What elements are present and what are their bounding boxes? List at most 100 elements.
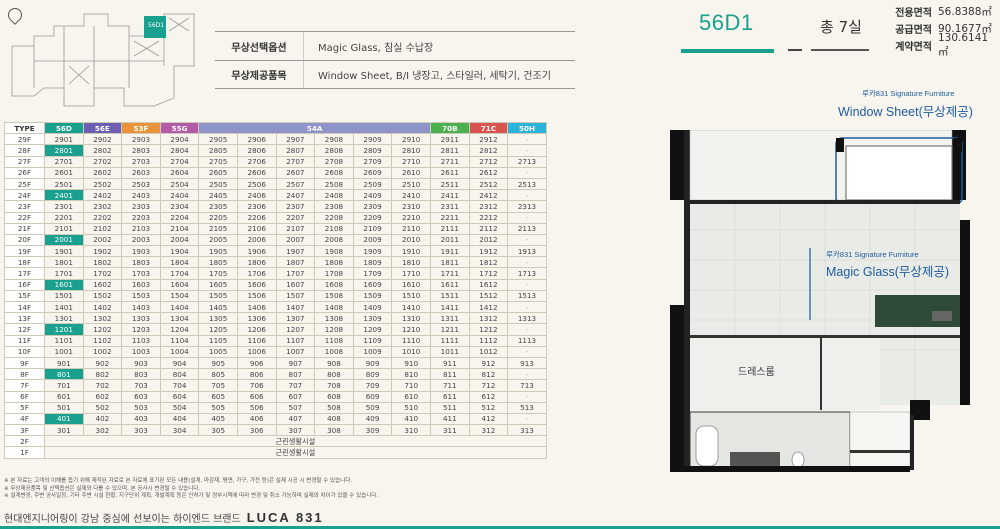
sitemap-highlight-label: 56D1 (148, 22, 165, 29)
unit-cell: 1309 (352, 312, 393, 325)
unit-cell: 1009 (352, 345, 393, 358)
unit-cell: 2512 (468, 177, 509, 191)
room-label-dressroom: 드레스룸 (738, 367, 775, 378)
unit-cell: - (507, 345, 547, 358)
unit-cell: 2912 (468, 133, 509, 146)
table-row: 18F 1801 1802 1803 1804 1805 1806 1807 1808 1809 1… (4, 256, 547, 269)
unit-cell: 2104 (159, 222, 200, 235)
unit-cell: 2902 (82, 133, 123, 146)
unit-cell: 1303 (121, 312, 161, 325)
unit-cell: 1101 (44, 334, 84, 347)
unit-cell: 611 (430, 390, 470, 403)
unit-cell: 1212 (468, 323, 509, 336)
table-row: 17F 1701 1702 1703 1704 1705 1706 1707 1708 1709 1… (4, 267, 547, 280)
area-label: 계약면적 (895, 42, 932, 53)
unit-cell: 1004 (159, 345, 200, 358)
unit-cell: 2102 (82, 222, 123, 235)
unit-cell: 1408 (314, 300, 354, 314)
unit-cell: 2105 (198, 222, 238, 235)
unit-cell: 2310 (391, 200, 432, 213)
unit-cell: 1507 (275, 289, 316, 303)
unit-cell: 812 (468, 368, 509, 381)
unit-cell: 1008 (314, 345, 354, 358)
unit-cell: 2610 (391, 166, 432, 179)
unit-cell: 2513 (507, 177, 547, 191)
unit-cell: - (507, 412, 547, 426)
unit-cell: 401 (44, 412, 84, 426)
unit-cell: 1203 (121, 323, 161, 336)
unit-cell: 2306 (236, 200, 277, 213)
unit-cell: 304 (159, 424, 200, 437)
unit-cell: 907 (275, 356, 316, 370)
unit-cell: 1710 (391, 267, 432, 280)
unit-cell: 1904 (159, 245, 200, 258)
callout-glass-big: Magic Glass(무상제공) (826, 265, 950, 279)
table-row: 19F 1901 1902 1903 1904 1905 1906 1907 1908 1909 1… (4, 245, 547, 258)
table-row: 21F 2101 2102 2103 2104 2105 2106 2107 2108 2109 2… (4, 222, 547, 235)
unit-cell: 1802 (82, 256, 123, 269)
unit-cell: 1304 (159, 312, 200, 325)
unit-cell: 608 (314, 390, 354, 403)
unit-cell: 2701 (44, 155, 84, 168)
unit-cell: 307 (275, 424, 316, 437)
unit-cell: 1206 (236, 323, 277, 336)
unit-cell: 1313 (507, 312, 547, 325)
callout-window-big: Window Sheet(무상제공) (838, 105, 973, 119)
column-header: 71C (468, 121, 509, 135)
unit-cell: 703 (121, 379, 161, 392)
unit-cell: 2713 (507, 155, 547, 168)
floor-label: 10F (4, 345, 45, 358)
unit-cell: 1307 (275, 312, 316, 325)
unit-cell: 2206 (236, 211, 277, 224)
unit-cell: 2312 (468, 200, 509, 213)
unit-type-title: 56D1 (699, 10, 754, 35)
unit-cell: 808 (314, 368, 354, 381)
unit-cell: 1311 (430, 312, 470, 325)
floor-label: 6F (4, 390, 45, 403)
unit-cell: 2302 (82, 200, 123, 213)
unit-cell: 2401 (44, 189, 84, 202)
unit-cell: 2406 (236, 189, 277, 202)
unit-table: TYPE 56D 56E 53F 55G 54A 70B 71C 50H 29F 2901 2902… (4, 121, 547, 459)
table-row: 23F 2301 2302 2303 2304 2305 2306 2307 2308 2309 2… (4, 200, 547, 213)
unit-cell: 902 (82, 356, 123, 370)
options-label: 무상선택옵션 (231, 42, 287, 54)
table-row: 26F 2601 2602 2603 2604 2605 2606 2607 2608 2609 2… (4, 166, 547, 179)
area-row: 전용면적 56.8388㎡ (884, 3, 996, 20)
unit-cell: 1007 (275, 345, 316, 358)
unit-cell: 1006 (236, 345, 277, 358)
area-label: 전용면적 (895, 8, 932, 19)
unit-cell: 508 (314, 401, 354, 414)
unit-cell: 2311 (430, 200, 470, 213)
floor-label: 16F (4, 278, 45, 291)
unit-cell: - (507, 166, 547, 179)
unit-cell: 803 (121, 368, 161, 381)
unit-cell: - (507, 144, 547, 157)
unit-cell: 704 (159, 379, 200, 392)
unit-cell: 2106 (236, 222, 277, 235)
unit-cell: 1001 (44, 345, 84, 358)
floor-label: 8F (4, 368, 45, 381)
unit-cell: 2604 (159, 166, 200, 179)
unit-cell: 1201 (44, 323, 84, 336)
unit-cell: 2711 (430, 155, 470, 168)
unit-cell: 1310 (391, 312, 432, 325)
unit-cell: 1705 (198, 267, 238, 280)
unit-cell: 2101 (44, 222, 84, 235)
unit-cell: 2011 (430, 233, 470, 247)
unit-cell: 1107 (275, 334, 316, 347)
unit-cell: 1306 (236, 312, 277, 325)
floor-label: 26F (4, 166, 45, 179)
options-table: 무상선택옵션 Magic Glass, 침실 수납장 무상제공품목 Window… (215, 31, 575, 89)
unit-cell: 1501 (44, 289, 84, 303)
unit-cell: - (507, 278, 547, 291)
unit-cell: 312 (468, 424, 509, 437)
unit-cell: 1103 (121, 334, 161, 347)
unit-cell: 1605 (198, 278, 238, 291)
unit-cell: 1005 (198, 345, 238, 358)
unit-cell: 402 (82, 412, 123, 426)
unit-cell: 504 (159, 401, 200, 414)
unit-cell: 1305 (198, 312, 238, 325)
unit-cell: 2007 (275, 233, 316, 247)
unit-cell: 1708 (314, 267, 354, 280)
